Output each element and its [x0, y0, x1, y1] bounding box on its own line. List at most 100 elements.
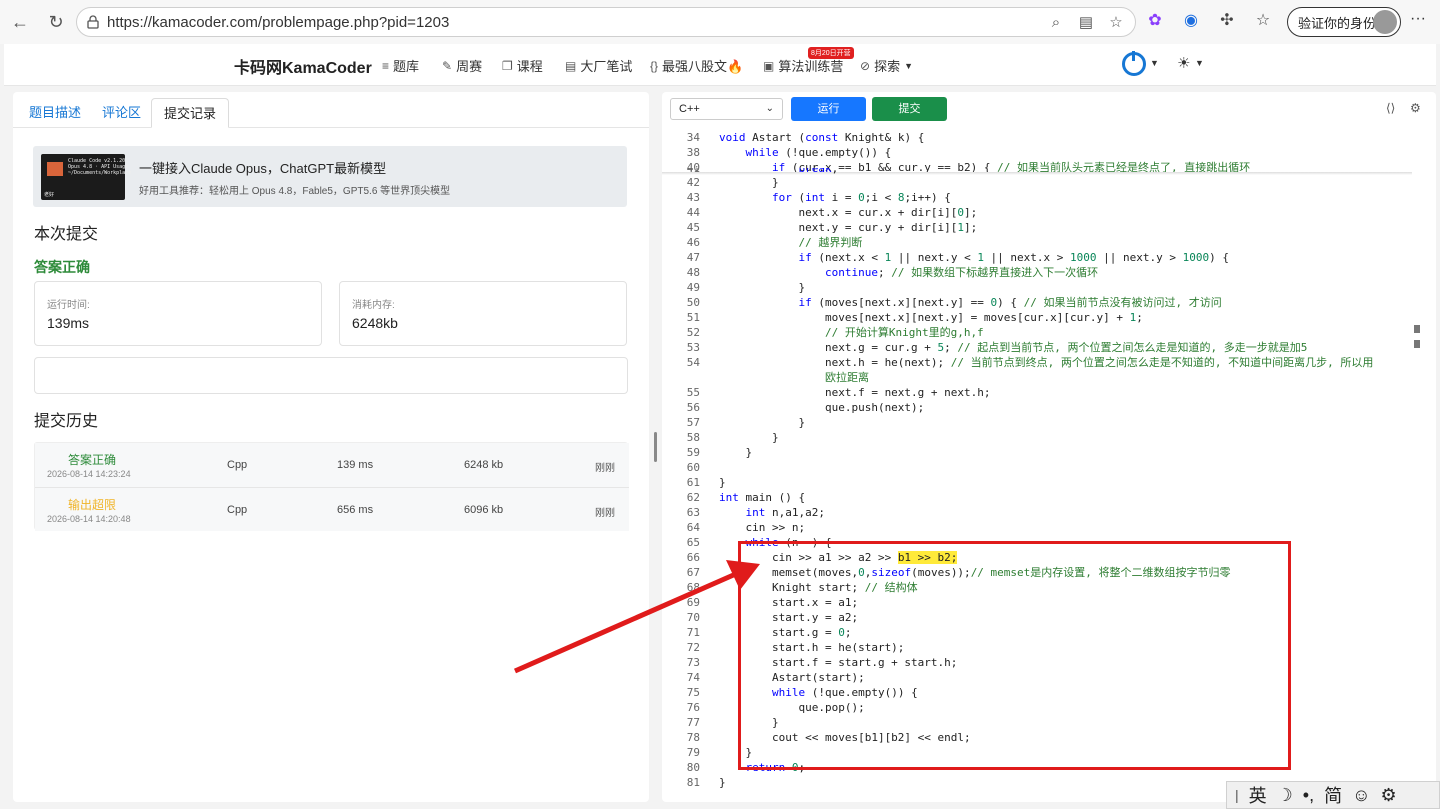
avatar: [1373, 10, 1397, 34]
chevron-down-icon[interactable]: ▼: [1195, 58, 1204, 68]
tab-submissions[interactable]: 提交记录: [151, 98, 230, 128]
code-line: 48 continue; // 如果数组下标越界直接进入下一次循环: [686, 266, 1099, 279]
theme-sun-icon[interactable]: ☀: [1177, 54, 1190, 72]
history-runtime: 656 ms: [337, 504, 374, 516]
runtime-card: 运行时间: 139ms: [34, 281, 322, 346]
zoom-icon[interactable]: ⌕: [1047, 14, 1065, 32]
code-line: 42 }: [686, 176, 779, 189]
address-bar[interactable]: https://kamacoder.com/problempage.php?pi…: [76, 7, 1136, 37]
code-line: 51 moves[next.x][next.y] = moves[cur.x][…: [686, 311, 1143, 324]
favorites-icon[interactable]: ☆: [1252, 10, 1274, 32]
ime-english-toggle[interactable]: 英: [1249, 782, 1267, 808]
ime-punctuation-icon[interactable]: •,: [1303, 785, 1314, 806]
code-line: 59 }: [686, 446, 753, 459]
profile-button[interactable]: 验证你的身份: [1287, 7, 1401, 37]
reader-icon[interactable]: ▤: [1077, 14, 1095, 32]
extension-brain-icon[interactable]: ✿: [1144, 10, 1166, 32]
history-memory: 6248 kb: [464, 459, 504, 471]
memory-value: 6248kb: [352, 315, 398, 331]
chevron-down-icon[interactable]: ▼: [1150, 58, 1159, 68]
code-line: 60: [686, 461, 700, 474]
thumb-text: Claude Code v2.1.20 Opus 4.8 · API Usage…: [68, 158, 132, 176]
profile-label: 验证你的身份: [1298, 15, 1377, 31]
ime-moon-icon[interactable]: ☽: [1277, 785, 1293, 806]
nav-problems[interactable]: ≡ 题库: [382, 56, 419, 75]
code-icon: {}: [650, 58, 659, 73]
ime-simplified-toggle[interactable]: 简: [1324, 782, 1342, 808]
memory-card: 消耗内存: 6248kb: [339, 281, 627, 346]
table-row[interactable]: 输出超限 2026-08-14 14:20:48 Cpp 656 ms 6096…: [35, 487, 629, 531]
ad-banner[interactable]: Claude Code v2.1.20 Opus 4.8 · API Usage…: [33, 146, 627, 207]
tab-description[interactable]: 题目描述: [17, 98, 93, 128]
extensions-puzzle-icon[interactable]: ✣: [1216, 10, 1238, 32]
ime-settings-icon[interactable]: ⚙: [1380, 785, 1396, 806]
copy-icon: ❐: [502, 58, 513, 73]
document-icon: ▤: [565, 58, 577, 73]
code-line: 62 int main () {: [686, 491, 806, 504]
refresh-icon[interactable]: ↻: [40, 6, 72, 38]
history-when: 刚刚: [595, 463, 615, 474]
nav-exams[interactable]: ▤ 大厂笔试: [565, 56, 632, 75]
output-box: [34, 357, 628, 394]
history-time: 2026-08-14 14:20:48: [47, 514, 131, 524]
runtime-label: 运行时间:: [47, 300, 90, 311]
ime-toolbar: | 英 ☽ •, 简 ☺ ⚙: [1226, 781, 1440, 809]
left-tabs: 题目描述 评论区 提交记录: [13, 92, 649, 128]
site-info-icon[interactable]: [85, 14, 101, 30]
thumb-label: 老好: [44, 192, 55, 198]
left-panel: 题目描述 评论区 提交记录 Claude Code v2.1.20 Opus 4…: [13, 92, 649, 802]
power-icon[interactable]: [1122, 51, 1146, 76]
history-title: 提交历史: [34, 413, 99, 430]
more-menu-icon[interactable]: ···: [1410, 10, 1426, 28]
code-line: 63 int n,a1,a2;: [686, 506, 825, 519]
language-select[interactable]: C++ ⌄: [670, 98, 783, 120]
code-line: 46 // 越界判断: [686, 236, 863, 249]
submit-button[interactable]: 提交: [872, 97, 947, 121]
ime-emoji-icon[interactable]: ☺: [1352, 785, 1370, 806]
nav-explore[interactable]: ⊘ 探索 ▼: [860, 56, 913, 75]
code-brackets-icon[interactable]: ⟨⟩: [1386, 101, 1395, 115]
history-time: 2026-08-14 14:23:24: [47, 469, 131, 479]
history-status[interactable]: 输出超限: [68, 496, 116, 513]
list-icon: ≡: [382, 58, 390, 73]
code-line: 55 next.f = next.g + next.h;: [686, 386, 991, 399]
favorite-star-icon[interactable]: ☆: [1107, 14, 1125, 32]
code-line: 34 void Astart (const Knight& k) {: [686, 131, 925, 144]
history-lang: Cpp: [227, 459, 248, 471]
panel-resize-handle[interactable]: [654, 432, 657, 462]
code-line: 49 }: [686, 281, 806, 294]
extension-blue-icon[interactable]: ◉: [1180, 10, 1202, 32]
nav-baguwen[interactable]: {} 最强八股文🔥: [650, 56, 743, 75]
history-memory: 6096 kb: [464, 504, 504, 516]
language-value: C++: [679, 103, 700, 115]
nav-courses[interactable]: ❐ 课程: [502, 56, 543, 75]
back-icon[interactable]: ←: [4, 6, 36, 38]
history-runtime: 139 ms: [337, 459, 374, 471]
code-line: 57 }: [686, 416, 806, 429]
history-when: 刚刚: [595, 508, 615, 519]
site-brand[interactable]: 卡码网KamaCoder: [234, 54, 372, 78]
url-text[interactable]: https://kamacoder.com/problempage.php?pi…: [107, 14, 449, 31]
scrollbar-marker[interactable]: [1414, 340, 1420, 348]
memory-label: 消耗内存:: [352, 300, 395, 311]
table-row[interactable]: 答案正确 2026-08-14 14:23:24 Cpp 139 ms 6248…: [35, 443, 629, 487]
code-line: 欧拉距离: [719, 371, 869, 384]
compass-icon: ⊘: [860, 58, 871, 73]
history-status[interactable]: 答案正确: [68, 451, 116, 468]
chevron-down-icon: ▼: [904, 60, 913, 71]
settings-gear-icon[interactable]: ⚙: [1410, 101, 1421, 115]
code-line: 50 if (moves[next.x][next.y] == 0) { // …: [686, 296, 1222, 309]
scrollbar-marker[interactable]: [1414, 325, 1420, 333]
history-lang: Cpp: [227, 504, 248, 516]
nav-weekly[interactable]: ✎ 周赛: [442, 56, 482, 75]
ime-handle-icon[interactable]: |: [1235, 787, 1239, 803]
annotation-highlight-box: [738, 541, 1291, 770]
code-line: 58 }: [686, 431, 779, 444]
camp-badge: 8月20日开营: [808, 47, 854, 59]
tab-comments[interactable]: 评论区: [90, 98, 153, 128]
pencil-icon: ✎: [442, 58, 453, 73]
run-button[interactable]: 运行: [791, 97, 866, 121]
chevron-down-icon: ⌄: [765, 103, 774, 114]
code-line: 44 next.x = cur.x + dir[i][0];: [686, 206, 978, 219]
code-line: 61}: [686, 476, 726, 489]
